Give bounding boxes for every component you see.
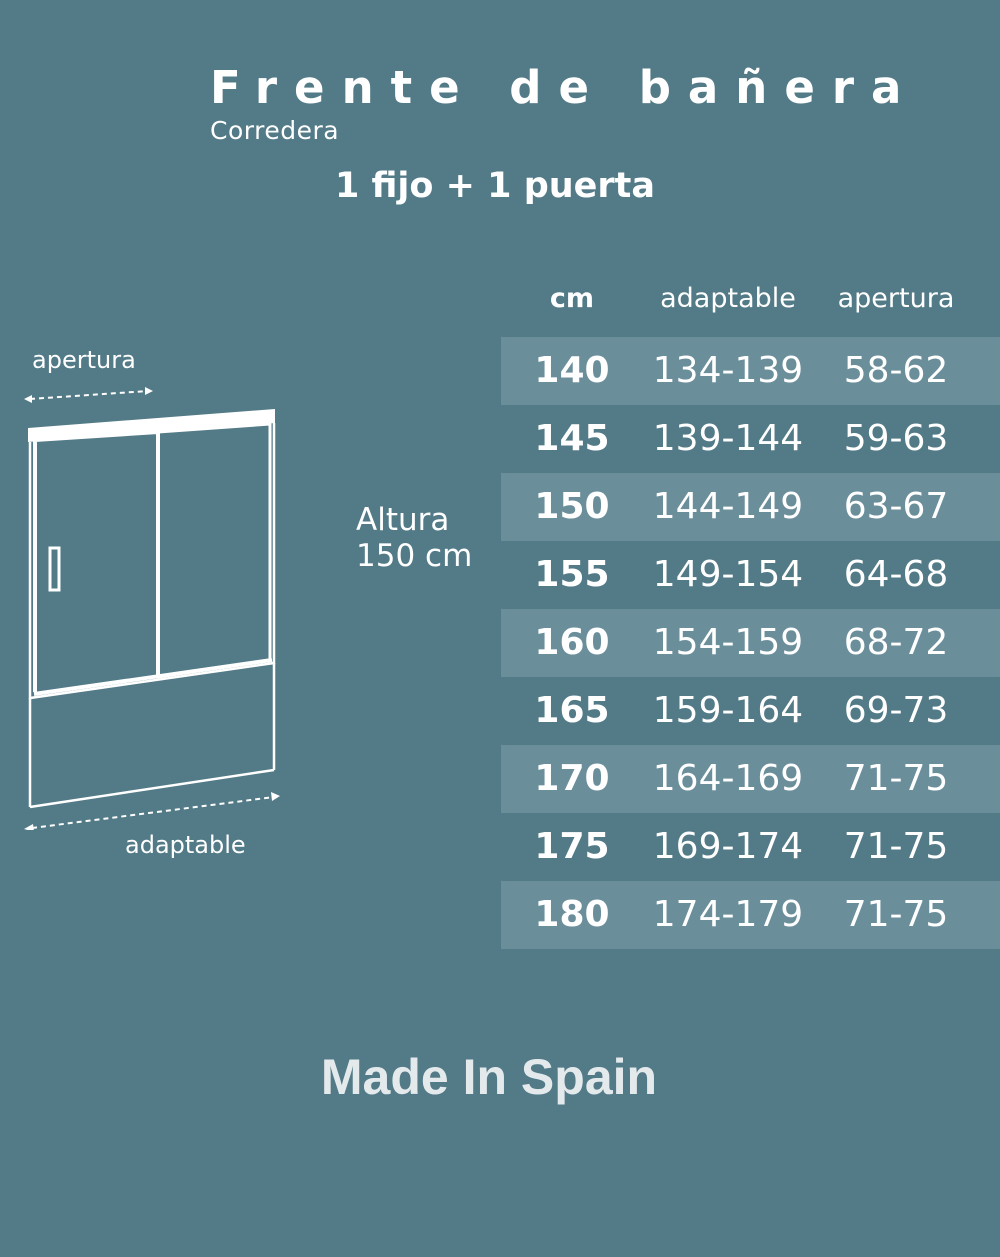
cell-cm: 180 [534, 894, 610, 935]
cell-cm: 175 [534, 826, 610, 867]
table-header: cm adaptable apertura [501, 270, 1000, 337]
cell-apertura: 71-75 [843, 894, 949, 935]
dashed-arrow-icon [24, 792, 280, 830]
height-label-value: 150 cm [356, 538, 473, 574]
table-row: 155 149-154 64-68 [501, 541, 1000, 609]
table-row: 150 144-149 63-67 [501, 473, 1000, 541]
cell-cm: 155 [534, 554, 610, 595]
table-row: 145 139-144 59-63 [501, 405, 1000, 473]
height-label: Altura 150 cm [356, 502, 472, 574]
page-subtitle: Corredera [210, 116, 340, 145]
table-row: 140 134-139 58-62 [501, 337, 1000, 405]
cell-cm: 150 [534, 486, 610, 527]
cell-cm: 170 [534, 758, 610, 799]
opening-label: apertura [32, 346, 136, 374]
cell-adaptable: 169-174 [652, 826, 804, 867]
cell-adaptable: 134-139 [652, 350, 804, 391]
cell-adaptable: 154-159 [652, 622, 804, 663]
sliding-shower-screen-icon [24, 387, 280, 830]
dashed-arrow-icon [24, 387, 153, 403]
cell-apertura: 69-73 [843, 690, 949, 731]
handle-icon [48, 546, 61, 592]
table-row: 160 154-159 68-72 [501, 609, 1000, 677]
table-row: 175 169-174 71-75 [501, 813, 1000, 881]
table-row: 165 159-164 69-73 [501, 677, 1000, 745]
adaptable-label: adaptable [125, 831, 246, 859]
table-row: 180 174-179 71-75 [501, 881, 1000, 949]
page-title: Frente de bañera [210, 61, 919, 114]
column-header-adaptable: adaptable [660, 283, 796, 314]
height-label-title: Altura [356, 502, 450, 538]
column-header-apertura: apertura [837, 283, 955, 314]
cell-apertura: 68-72 [843, 622, 949, 663]
cell-apertura: 64-68 [843, 554, 949, 595]
cell-adaptable: 164-169 [652, 758, 804, 799]
made-in-label: Made In Spain [320, 1049, 658, 1105]
column-header-cm: cm [549, 283, 595, 314]
cell-adaptable: 144-149 [652, 486, 804, 527]
cell-apertura: 71-75 [843, 758, 949, 799]
cell-cm: 160 [534, 622, 610, 663]
cell-adaptable: 139-144 [652, 418, 804, 459]
cell-cm: 140 [534, 350, 610, 391]
cell-adaptable: 174-179 [652, 894, 804, 935]
cell-cm: 145 [534, 418, 610, 459]
cell-apertura: 58-62 [843, 350, 949, 391]
cell-cm: 165 [534, 690, 610, 731]
size-table: cm adaptable apertura 140 134-139 58-62 … [501, 270, 1000, 949]
cell-apertura: 59-63 [843, 418, 949, 459]
cell-adaptable: 159-164 [652, 690, 804, 731]
cell-apertura: 63-67 [843, 486, 949, 527]
table-row: 170 164-169 71-75 [501, 745, 1000, 813]
cell-apertura: 71-75 [843, 826, 949, 867]
cell-adaptable: 149-154 [652, 554, 804, 595]
configuration-label: 1 fijo + 1 puerta [334, 166, 656, 206]
